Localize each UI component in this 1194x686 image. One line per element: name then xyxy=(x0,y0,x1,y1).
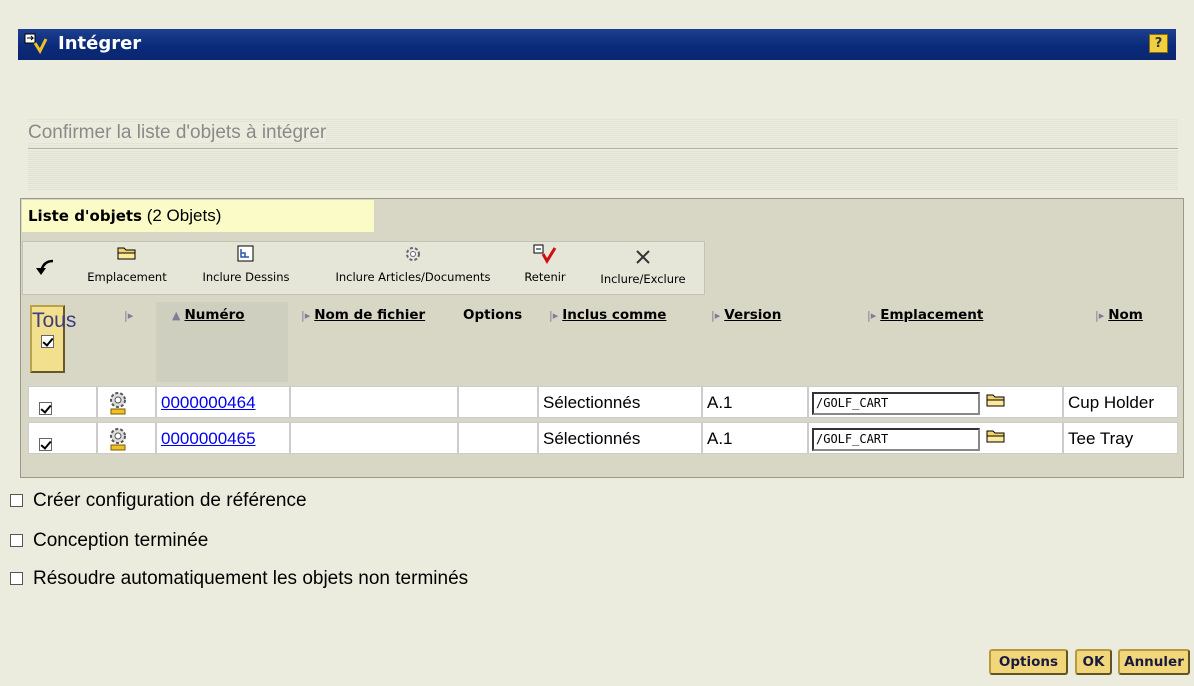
numero-cell: 0000000465 xyxy=(156,422,290,454)
row-select-cell xyxy=(28,422,97,454)
ok-button[interactable]: OK xyxy=(1075,649,1112,675)
divider xyxy=(28,150,1178,190)
window-title: Intégrer xyxy=(58,33,142,54)
emplacement-cell: /GOLF_CART xyxy=(808,386,1063,418)
location-input[interactable]: /GOLF_CART xyxy=(812,392,980,415)
table-row: 0000000464 Sélectionnés A.1 /GOLF_CART C… xyxy=(28,386,1178,420)
toolbar-location-label: Emplacement xyxy=(87,270,167,284)
numero-link[interactable]: 0000000465 xyxy=(161,429,256,448)
column-header-version[interactable]: |▸ Version xyxy=(711,307,781,327)
option-label: Résoudre automatiquement les objets non … xyxy=(33,568,469,589)
version-cell: A.1 xyxy=(702,422,808,454)
row-select-cell xyxy=(28,386,97,418)
numero-link[interactable]: 0000000464 xyxy=(161,393,256,412)
emplacement-cell: /GOLF_CART xyxy=(808,422,1063,454)
column-sort-handle[interactable]: |▸ xyxy=(124,307,137,327)
column-header-nom[interactable]: |▸ Nom xyxy=(1095,307,1143,327)
option-auto-resolve[interactable]: Résoudre automatiquement les objets non … xyxy=(10,568,468,590)
column-header-nom-fichier[interactable]: |▸ Nom de fichier xyxy=(301,307,425,327)
folder-icon[interactable] xyxy=(985,427,1007,445)
part-icon xyxy=(110,428,126,451)
close-icon xyxy=(636,250,650,264)
column-header-numero[interactable]: ▲ Numéro xyxy=(172,307,245,327)
nom-fichier-cell xyxy=(290,422,458,454)
folder-icon xyxy=(117,247,136,260)
folder-icon[interactable] xyxy=(985,391,1007,409)
inclus-comme-cell: Sélectionnés xyxy=(538,386,702,418)
select-all-button[interactable]: Tous xyxy=(30,305,77,373)
nom-cell: Cup Holder xyxy=(1063,386,1178,418)
select-all-label: Tous xyxy=(32,309,77,332)
nom-cell: Tee Tray xyxy=(1063,422,1178,454)
inclus-comme-cell: Sélectionnés xyxy=(538,422,702,454)
retain-icon xyxy=(533,244,557,264)
item-type-cell xyxy=(97,422,156,454)
option-label: Conception terminée xyxy=(33,530,209,551)
select-all-checkbox[interactable] xyxy=(41,335,54,349)
toolbar-include-drawings-label: Inclure Dessins xyxy=(202,270,290,284)
table-row: 0000000465 Sélectionnés A.1 /GOLF_CART T… xyxy=(28,422,1178,456)
section-heading: Confirmer la liste d'objets à intégrer xyxy=(28,118,1178,149)
gear-icon xyxy=(406,247,420,261)
nom-fichier-cell xyxy=(290,386,458,418)
row-checkbox[interactable] xyxy=(39,437,52,451)
numero-cell: 0000000464 xyxy=(156,386,290,418)
options-cell xyxy=(458,422,538,454)
column-header-options: Options xyxy=(463,307,523,323)
option-design-complete[interactable]: Conception terminée xyxy=(10,530,208,552)
version-cell: A.1 xyxy=(702,386,808,418)
row-checkbox[interactable] xyxy=(39,401,52,415)
column-header-inclus-comme[interactable]: |▸ Inclus comme xyxy=(549,307,666,327)
object-list-panel: Liste d'objets (2 Objets) Emplacement In… xyxy=(20,198,1184,478)
cancel-button[interactable]: Annuler xyxy=(1118,649,1190,675)
column-header-emplacement[interactable]: |▸ Emplacement xyxy=(867,307,983,327)
drawing-icon xyxy=(237,245,254,262)
back-arrow-icon[interactable] xyxy=(35,258,57,278)
item-type-cell xyxy=(97,386,156,418)
option-checkbox[interactable] xyxy=(10,534,23,548)
toolbar-include-articles-button[interactable]: Inclure Articles/Documents xyxy=(313,244,513,284)
toolbar-location-button[interactable]: Emplacement xyxy=(77,244,177,284)
help-button[interactable]: ? xyxy=(1149,34,1168,53)
toolbar-include-articles-label: Inclure Articles/Documents xyxy=(335,270,491,284)
option-label: Créer configuration de référence xyxy=(33,490,307,511)
option-reference-config[interactable]: Créer configuration de référence xyxy=(10,490,307,512)
toolbar-include-drawings-button[interactable]: Inclure Dessins xyxy=(191,244,301,284)
part-icon xyxy=(110,392,126,415)
list-toolbar: Emplacement Inclure Dessins Inclure Arti… xyxy=(22,241,705,295)
toolbar-include-exclude-button[interactable]: Inclure/Exclure xyxy=(583,248,703,286)
location-input[interactable]: /GOLF_CART xyxy=(812,428,980,451)
toolbar-include-exclude-label: Inclure/Exclure xyxy=(600,272,686,286)
panel-title: Liste d'objets xyxy=(28,207,142,225)
toolbar-retain-label: Retenir xyxy=(524,270,566,284)
object-count: (2 Objets) xyxy=(146,206,222,225)
toolbar-retain-button[interactable]: Retenir xyxy=(519,244,571,284)
panel-header: Liste d'objets (2 Objets) xyxy=(22,200,374,232)
option-checkbox[interactable] xyxy=(10,494,23,508)
integrate-icon xyxy=(24,33,48,55)
options-cell xyxy=(458,386,538,418)
options-button[interactable]: Options xyxy=(989,649,1068,675)
section-heading-text: Confirmer la liste d'objets à intégrer xyxy=(28,122,327,143)
option-checkbox[interactable] xyxy=(10,572,23,586)
window-titlebar: Intégrer ? xyxy=(18,29,1176,60)
